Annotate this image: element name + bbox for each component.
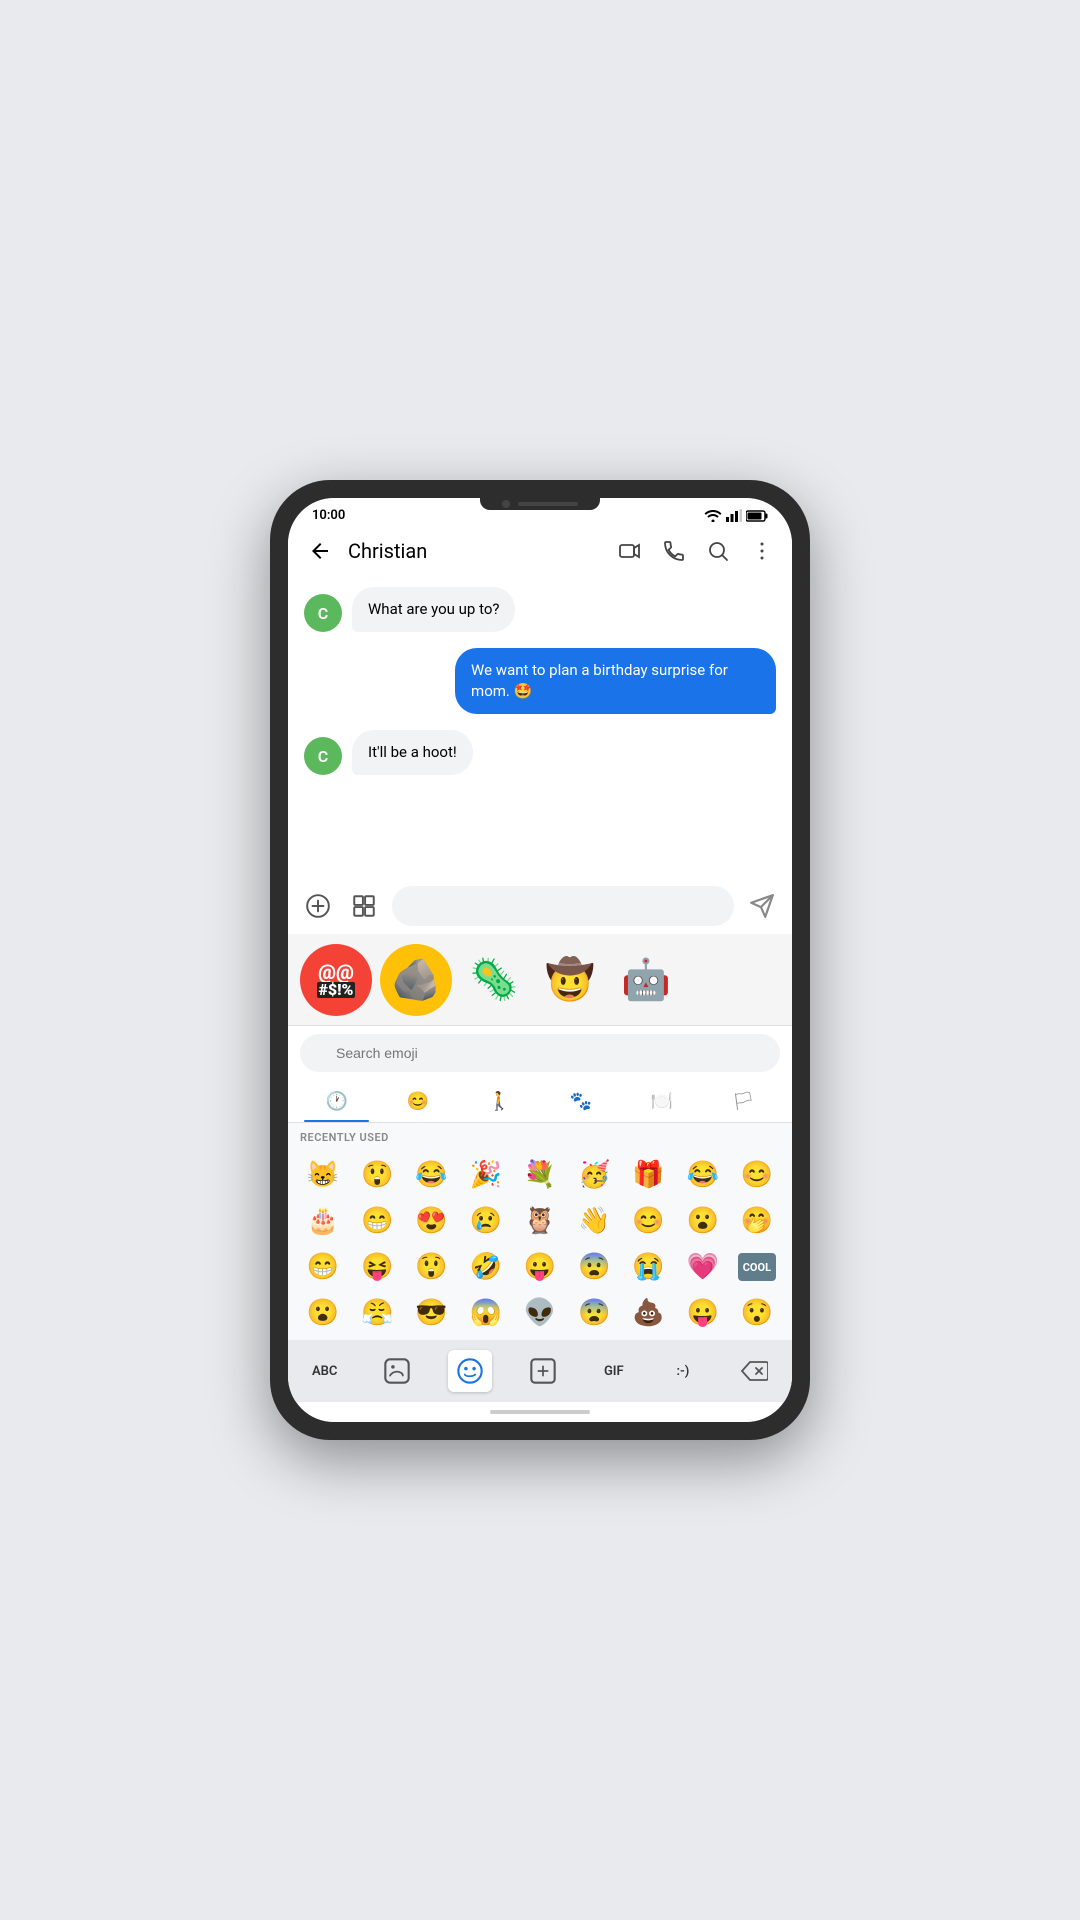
video-call-button[interactable] <box>616 537 644 565</box>
status-time: 10:00 <box>312 508 345 523</box>
emoji-cell[interactable]: 😭 <box>621 1244 675 1290</box>
status-icons <box>704 509 768 522</box>
message-row: C It'll be a hoot! <box>304 730 776 775</box>
emoji-cell[interactable]: 😁 <box>350 1198 404 1244</box>
app-bar-actions <box>616 537 776 565</box>
emoji-cell[interactable]: 😢 <box>459 1198 513 1244</box>
input-area <box>288 878 792 934</box>
tab-food[interactable]: 🍽️ <box>621 1080 702 1122</box>
phone-screen: 10:00 <box>288 498 792 1422</box>
emoji-cell[interactable]: 😱 <box>459 1290 513 1336</box>
notch-bar <box>518 502 578 506</box>
message-row: C What are you up to? <box>304 587 776 632</box>
home-bar <box>288 1402 792 1422</box>
phone-call-button[interactable] <box>660 537 688 565</box>
phone-notch <box>480 498 600 510</box>
message-bubble: We want to plan a birthday surprise for … <box>455 648 776 714</box>
sticker-item[interactable]: 🦠 <box>460 946 528 1014</box>
sticker-item[interactable]: @@ #$!% <box>300 944 372 1016</box>
tab-smileys[interactable]: 😊 <box>377 1080 458 1122</box>
more-options-button[interactable] <box>748 537 776 565</box>
gallery-button[interactable] <box>346 888 382 924</box>
tab-animals[interactable]: 🐾 <box>540 1080 621 1122</box>
home-indicator <box>490 1410 590 1414</box>
sticker-item[interactable]: 🤠 <box>536 946 604 1014</box>
emoji-category-tabs: 🕐 😊 🚶 🐾 🍽️ 🏳 <box>288 1080 792 1123</box>
emoji-cell[interactable]: 🤣 <box>459 1244 513 1290</box>
sticker-button[interactable] <box>375 1350 419 1392</box>
battery-icon <box>746 510 768 522</box>
delete-button[interactable] <box>732 1350 776 1392</box>
back-button[interactable] <box>304 535 336 567</box>
emoticon-button[interactable]: :-) <box>663 1350 703 1392</box>
emoji-cell[interactable]: 👽 <box>513 1290 567 1336</box>
add-button[interactable] <box>300 888 336 924</box>
signal-icon <box>726 509 742 522</box>
send-button[interactable] <box>744 888 780 924</box>
emoji-cell[interactable]: 😎 <box>404 1290 458 1336</box>
emoji-cell[interactable]: 😲 <box>404 1244 458 1290</box>
sticker-item[interactable]: 🪨 <box>380 944 452 1016</box>
emoji-cell[interactable]: 😊 <box>730 1152 784 1198</box>
gif-button[interactable]: GIF <box>594 1350 634 1392</box>
camera-dot <box>502 500 510 508</box>
emoji-keyboard: 🔍 🕐 😊 🚶 🐾 🍽️ 🏳 RECENTLY USED 😸 😲 <box>288 1026 792 1402</box>
emoji-cell[interactable]: 💩 <box>621 1290 675 1336</box>
emoji-cell[interactable]: 👋 <box>567 1198 621 1244</box>
search-button[interactable] <box>704 537 732 565</box>
keyboard-bottom: ABC <box>288 1340 792 1402</box>
tab-recent[interactable]: 🕐 <box>296 1080 377 1122</box>
emoji-cell[interactable]: 😛 <box>513 1244 567 1290</box>
emoji-cell[interactable]: 💗 <box>676 1244 730 1290</box>
phone-frame: 10:00 <box>270 480 810 1440</box>
emoji-cell[interactable]: 😨 <box>567 1244 621 1290</box>
emoji-cell[interactable]: 😛 <box>676 1290 730 1336</box>
actions-button[interactable] <box>521 1350 565 1392</box>
wifi-icon <box>704 509 722 522</box>
emoji-cell[interactable]: 🤭 <box>730 1198 784 1244</box>
emoji-cell[interactable]: 😂 <box>404 1152 458 1198</box>
emoji-grid: 😸 😲 😂 🎉 💐 🥳 🎁 😂 😊 🎂 😁 😍 😢 🦉 👋 😊 😮 🤭 <box>288 1148 792 1340</box>
emoji-cell[interactable]: 😮 <box>676 1198 730 1244</box>
emoji-cell[interactable]: 😨 <box>567 1290 621 1336</box>
emoji-cell[interactable]: 😍 <box>404 1198 458 1244</box>
emoji-cell[interactable]: 😮 <box>296 1290 350 1336</box>
message-input[interactable] <box>392 886 734 926</box>
emoji-cell[interactable]: 😊 <box>621 1198 675 1244</box>
emoji-button[interactable] <box>448 1350 492 1392</box>
chat-area: C What are you up to? We want to plan a … <box>288 575 792 878</box>
emoji-search-input[interactable] <box>300 1034 780 1072</box>
emoji-cell[interactable]: 🥳 <box>567 1152 621 1198</box>
message-row: We want to plan a birthday surprise for … <box>304 648 776 714</box>
emoji-search-bar: 🔍 <box>288 1026 792 1080</box>
emoji-cell[interactable]: 🎂 <box>296 1198 350 1244</box>
message-bubble: It'll be a hoot! <box>352 730 473 775</box>
cool-badge-cell[interactable]: COOL <box>730 1244 784 1290</box>
emoji-cell[interactable]: 🦉 <box>513 1198 567 1244</box>
emoji-section-label: RECENTLY USED <box>288 1123 792 1148</box>
contact-name: Christian <box>348 539 604 563</box>
cool-badge: COOL <box>738 1253 776 1281</box>
emoji-cell[interactable]: 💐 <box>513 1152 567 1198</box>
emoji-cell[interactable]: 😲 <box>350 1152 404 1198</box>
sticker-item[interactable]: 🤖 <box>612 946 680 1014</box>
message-bubble: What are you up to? <box>352 587 515 632</box>
emoji-cell[interactable]: 😝 <box>350 1244 404 1290</box>
tab-people[interactable]: 🚶 <box>459 1080 540 1122</box>
emoji-cell[interactable]: 😁 <box>296 1244 350 1290</box>
sticker-row: @@ #$!% 🪨 🦠 🤠 🤖 <box>288 934 792 1026</box>
emoji-cell[interactable]: 😂 <box>676 1152 730 1198</box>
emoji-cell[interactable]: 😤 <box>350 1290 404 1336</box>
avatar: C <box>304 594 342 632</box>
emoji-cell[interactable]: 🎁 <box>621 1152 675 1198</box>
abc-button[interactable]: ABC <box>304 1350 345 1392</box>
app-bar: Christian <box>288 527 792 575</box>
tab-objects[interactable]: 🏳 <box>703 1080 784 1122</box>
emoji-cell[interactable]: 😸 <box>296 1152 350 1198</box>
emoji-cell[interactable]: 🎉 <box>459 1152 513 1198</box>
emoji-cell[interactable]: 😯 <box>730 1290 784 1336</box>
avatar: C <box>304 737 342 775</box>
